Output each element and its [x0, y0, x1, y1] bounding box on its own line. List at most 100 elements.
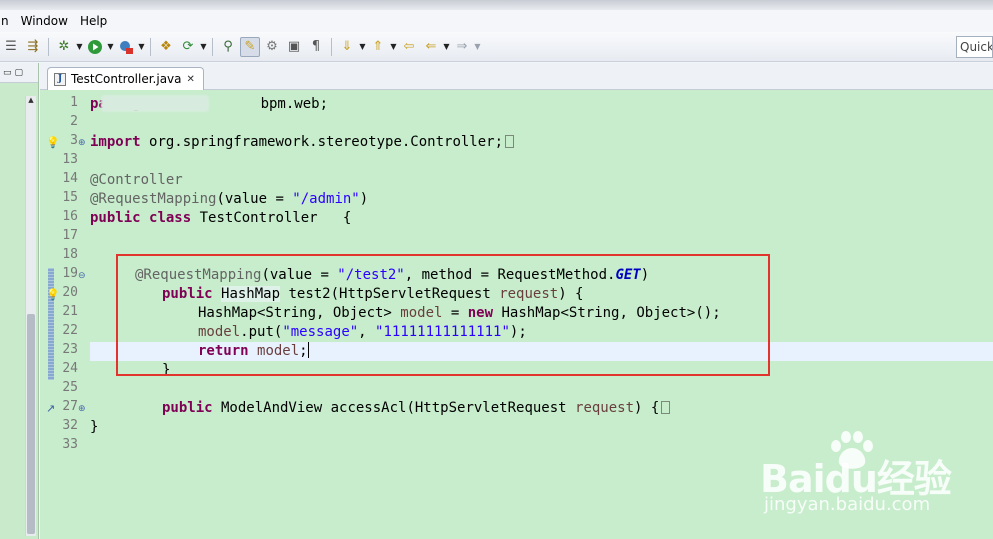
- line-number-column: 1 2 3 13 14 15 16 17 18 19 20 21 22 23 2…: [60, 90, 80, 539]
- line-number: 32: [62, 418, 78, 433]
- collapsed-region-icon[interactable]: [505, 135, 515, 148]
- code-text: org.springframework.stereotype.Controlle…: [149, 134, 504, 150]
- run-dropdown-icon[interactable]: ▼: [106, 42, 115, 51]
- toolbar-separator: [331, 37, 332, 56]
- left-panel-scrollbar[interactable]: ▲: [25, 96, 36, 536]
- line-number: 16: [62, 209, 78, 224]
- left-view-panel: ▭ ▢ ▲: [0, 63, 39, 539]
- paragraph-icon[interactable]: ¶: [306, 37, 326, 57]
- code-text: TestController {: [199, 210, 352, 226]
- tree-icon[interactable]: ⇶: [23, 37, 43, 57]
- warning-marker-icon[interactable]: 💡: [46, 288, 60, 301]
- code-line-16: public class TestController {: [90, 209, 351, 228]
- line-number: 19: [62, 266, 78, 281]
- toolbar-separator: [48, 37, 49, 56]
- refresh-dropdown-icon[interactable]: ▼: [199, 42, 208, 51]
- line-number: 13: [62, 152, 78, 167]
- override-marker-icon[interactable]: ↗: [46, 402, 55, 415]
- maximize-icon[interactable]: ▢: [15, 68, 24, 78]
- code-line-27: public ModelAndView accessAcl(HttpServle…: [162, 399, 671, 418]
- last-edit-icon[interactable]: ⇦: [399, 37, 419, 57]
- fold-expand-icon[interactable]: ⊕: [78, 404, 86, 414]
- keyword: public: [90, 210, 141, 226]
- annotation: @Controller: [90, 172, 183, 188]
- new-package-icon[interactable]: ❖: [156, 37, 176, 57]
- code-line-14: @Controller: [90, 171, 183, 190]
- line-number: 17: [62, 228, 78, 243]
- java-file-icon: J: [54, 72, 66, 86]
- line-number: 33: [62, 437, 78, 452]
- back-dropdown-icon[interactable]: ▼: [442, 42, 451, 51]
- editor-tab-bar: J TestController.java ✕: [40, 63, 993, 90]
- annotation: @RequestMapping: [90, 191, 217, 207]
- line-number: 15: [62, 190, 78, 205]
- search-icon[interactable]: ⚲: [218, 37, 238, 57]
- keyword: class: [149, 210, 192, 226]
- line-number: 2: [70, 114, 78, 129]
- code-line-3: import org.springframework.stereotype.Co…: [90, 133, 515, 152]
- warning-marker-icon[interactable]: 💡: [46, 136, 60, 149]
- menu-item-help[interactable]: Help: [74, 14, 113, 28]
- variable: request: [575, 400, 635, 416]
- string-literal: "/admin": [292, 191, 360, 207]
- code-line-32: }: [90, 418, 98, 437]
- code-line-15: @RequestMapping(value = "/admin"): [90, 190, 368, 209]
- minimize-icon[interactable]: ▭: [3, 68, 12, 78]
- block-selection-icon[interactable]: ▣: [284, 37, 304, 57]
- code-text: ) {: [634, 400, 660, 416]
- fold-expand-icon[interactable]: ⊕: [78, 138, 86, 148]
- line-number: 24: [62, 361, 78, 376]
- quick-access-input[interactable]: Quick Access: [956, 36, 993, 58]
- line-number: 20: [62, 285, 78, 300]
- brush-icon[interactable]: ✎: [240, 36, 260, 57]
- back-icon[interactable]: ⇐: [421, 37, 441, 57]
- debug-dropdown-icon[interactable]: ▼: [75, 42, 84, 51]
- code-text: (value =: [216, 191, 293, 207]
- watermark-url: jingyan.baidu.com: [764, 494, 931, 515]
- code-text: bpm.web;: [260, 96, 329, 112]
- line-number: 14: [62, 171, 78, 186]
- baidu-watermark: Baidu经验 jingyan.baidu.com: [756, 428, 976, 523]
- toolbar-separator: [212, 37, 213, 56]
- line-number: 1: [70, 95, 78, 110]
- annotation-prev-dropdown-icon[interactable]: ▼: [389, 42, 398, 51]
- code-text: ): [359, 191, 369, 207]
- refresh-icon[interactable]: ⟳: [178, 37, 198, 57]
- main-toolbar: ☰ ⇶ ✲ ▼ ▼ ▼ ❖ ⟳ ▼ ⚲ ✎ ⚙ ▣ ¶ ⇓ ▼ ⇑ ▼ ⇦ ⇐ …: [0, 32, 993, 62]
- highlight-annotation-box: [116, 254, 770, 376]
- annotation-prev-icon[interactable]: ⇑: [368, 37, 388, 57]
- menu-item-window[interactable]: Window: [15, 14, 74, 28]
- scroll-thumb[interactable]: [27, 314, 35, 534]
- forward-icon[interactable]: ⇒: [452, 37, 472, 57]
- toolbar-separator: [150, 37, 151, 56]
- left-panel-header: ▭ ▢: [0, 63, 38, 83]
- code-text: ModelAndView accessAcl(HttpServletReques…: [212, 400, 576, 416]
- forward-dropdown-icon[interactable]: ▼: [473, 42, 482, 51]
- menu-item-navigate[interactable]: n: [0, 14, 15, 28]
- quick-diff-marker: [48, 268, 54, 380]
- scroll-up-arrow-icon[interactable]: ▲: [26, 96, 36, 107]
- annotation-next-icon[interactable]: ⇓: [337, 37, 357, 57]
- run-history-icon[interactable]: [116, 37, 136, 57]
- collapsed-region-icon[interactable]: [661, 401, 671, 414]
- line-number: 23: [62, 342, 78, 357]
- line-number: 25: [62, 380, 78, 395]
- close-icon[interactable]: ✕: [187, 74, 195, 85]
- line-number: 21: [62, 304, 78, 319]
- run-history-dropdown-icon[interactable]: ▼: [137, 42, 146, 51]
- tab-testcontroller-java[interactable]: J TestController.java ✕: [47, 67, 204, 90]
- collapse-icon[interactable]: ☰: [1, 37, 21, 57]
- line-number: 27: [62, 399, 78, 414]
- window-title-strip: [0, 0, 993, 10]
- code-text: }: [90, 419, 99, 435]
- keyword: public: [162, 400, 213, 416]
- annotation-next-dropdown-icon[interactable]: ▼: [358, 42, 367, 51]
- line-number: 22: [62, 323, 78, 338]
- line-number: 3: [70, 133, 78, 148]
- menu-bar: n Window Help: [0, 10, 993, 32]
- fold-collapse-icon[interactable]: ⊖: [78, 271, 86, 281]
- mark-occurrences-icon[interactable]: ⚙: [262, 37, 282, 57]
- run-icon[interactable]: [85, 37, 105, 57]
- redacted-region: [101, 95, 209, 112]
- debug-icon[interactable]: ✲: [54, 37, 74, 57]
